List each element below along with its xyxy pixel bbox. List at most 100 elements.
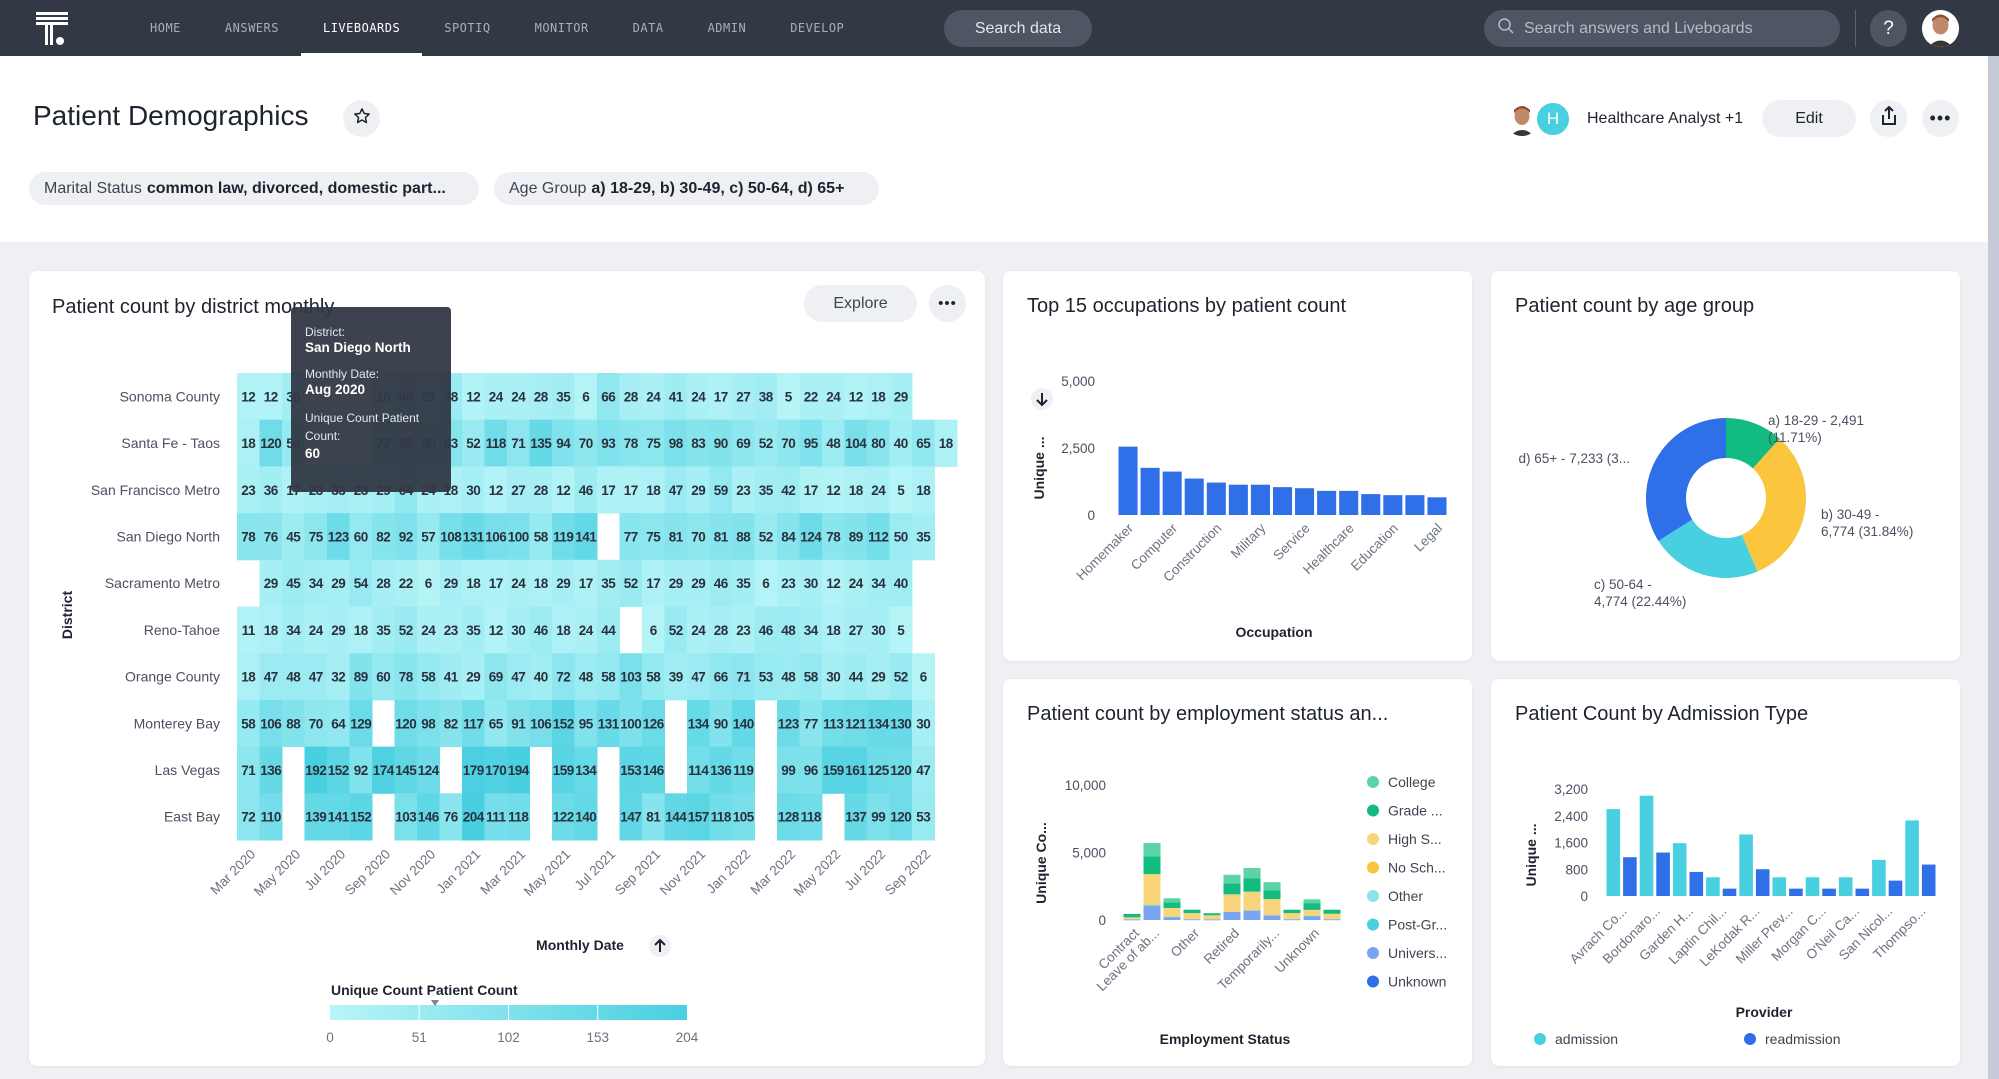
heatmap-cell-label: 152 [350, 810, 371, 825]
heatmap-x-tick-label: Nov 2021 [657, 847, 708, 898]
heatmap-x-tick-label: May 2020 [251, 847, 304, 900]
heatmap-cell-label: 84 [781, 529, 796, 544]
heatmap-cell-label: 147 [620, 810, 641, 825]
heatmap-cell-label: 29 [691, 576, 705, 591]
tooltip-count-label: Unique Count Patient Count: [305, 411, 420, 443]
legend-tick-label: 153 [586, 1030, 609, 1045]
heatmap-cell-label: 47 [916, 763, 930, 778]
employment-card: Patient count by employment status an... [1003, 679, 1472, 1066]
heatmap-cell-label: 98 [421, 716, 436, 731]
heatmap-cell-label: 23 [736, 483, 751, 498]
heatmap-cell-label: 12 [826, 576, 840, 591]
heatmap-cell-label: 71 [511, 436, 526, 451]
heatmap-cell-label: 29 [894, 389, 908, 404]
heatmap-cell-label: 22 [399, 576, 413, 591]
heatmap-cell-label: 120 [890, 810, 911, 825]
heatmap-cell-label: 104 [845, 436, 867, 451]
heatmap-cell-label: 46 [534, 623, 549, 638]
heatmap-cell-label: 52 [669, 623, 683, 638]
heatmap-row-label: Orange County [125, 669, 220, 685]
heatmap-cell-label: 17 [579, 576, 593, 591]
heatmap-cell-label: 18 [241, 436, 256, 451]
heatmap-cell-label: 47 [511, 670, 525, 685]
heatmap-cell-label: 23 [241, 483, 256, 498]
heatmap-cell-label: 5 [785, 389, 793, 404]
heatmap-cell-label: 12 [556, 483, 570, 498]
heatmap-cell-label: 78 [241, 529, 256, 544]
heatmap-cell-label: 41 [669, 389, 684, 404]
heatmap-cell-label: 29 [871, 670, 885, 685]
heatmap-cell-label: 170 [485, 763, 506, 778]
heatmap-cell-label: 52 [399, 623, 413, 638]
heatmap-cell-label: 18 [916, 483, 931, 498]
heatmap-cell-label: 28 [376, 576, 391, 591]
heatmap-cell-label: 99 [871, 810, 885, 825]
legend-title: Unique Count Patient Count [331, 982, 518, 998]
heatmap-cell-label: 92 [399, 529, 413, 544]
heatmap-cell-label: 81 [646, 810, 661, 825]
heatmap-cell-label: 5 [897, 483, 905, 498]
heatmap-cell-label: 17 [804, 483, 818, 498]
heatmap-cell-label: 123 [328, 529, 350, 544]
heatmap-x-tick-label: Sep 2020 [342, 847, 393, 898]
heatmap-cell-label: 71 [736, 670, 751, 685]
heatmap-cell-label: 23 [444, 623, 459, 638]
heatmap-cell-label: 32 [331, 670, 345, 685]
heatmap-cell-label: 58 [421, 670, 436, 685]
heatmap-cell-label: 100 [508, 529, 529, 544]
heatmap-cell-label: 70 [691, 529, 705, 544]
heatmap-cell-label: 159 [823, 763, 844, 778]
heatmap-cell-label: 18 [534, 576, 549, 591]
heatmap-cell-label: 141 [575, 529, 597, 544]
heatmap-cell-label: 139 [305, 810, 326, 825]
heatmap-cell-label: 24 [826, 389, 841, 404]
heatmap-cell-label: 18 [264, 623, 279, 638]
heatmap-cell-label: 103 [620, 670, 642, 685]
heatmap-cell-label: 24 [646, 389, 661, 404]
heatmap-cell-label: 27 [736, 389, 750, 404]
heatmap-cell-label: 66 [601, 389, 616, 404]
heatmap-cell-label: 29 [444, 576, 458, 591]
heatmap-cell-label: 152 [553, 716, 574, 731]
heatmap-cell-label: 157 [688, 810, 709, 825]
heatmap-x-tick-label: Jan 2022 [703, 847, 753, 897]
heatmap-cell-label: 17 [624, 483, 638, 498]
heatmap-cell-label: 27 [511, 483, 525, 498]
heatmap-cell-label: 35 [601, 576, 616, 591]
heatmap-cell-label: 38 [759, 389, 774, 404]
tooltip-district-label: District: [305, 325, 345, 339]
heatmap-cell-label: 6 [582, 389, 590, 404]
heatmap-cell-label: 28 [534, 389, 549, 404]
heatmap-cell-label: 48 [781, 623, 796, 638]
heatmap-cell-label: 24 [691, 623, 706, 638]
heatmap-cell-label: 65 [916, 436, 931, 451]
heatmap-cell-label: 17 [714, 389, 728, 404]
heatmap-cell-label: 70 [781, 436, 795, 451]
heatmap-cell-label: 30 [871, 623, 885, 638]
heatmap-cell-label: 29 [556, 576, 570, 591]
heatmap-cell-label: 18 [871, 389, 886, 404]
heatmap-cell-label: 69 [489, 670, 503, 685]
heatmap-cell-label: 12 [489, 623, 503, 638]
heatmap-x-axis-label: Monthly Date [536, 937, 624, 953]
heatmap-cell-label: 52 [759, 436, 773, 451]
heatmap-cell-label: 145 [395, 763, 417, 778]
legend-tick-label: 102 [497, 1030, 520, 1045]
heatmap-cell-label: 136 [260, 763, 282, 778]
heatmap-cell-label: 29 [264, 576, 278, 591]
heatmap-cell-label: 18 [826, 623, 841, 638]
heatmap-cell-label: 95 [804, 436, 819, 451]
heatmap-cell-label: 11 [242, 623, 256, 638]
heatmap-cell-label: 29 [466, 670, 480, 685]
heatmap-cell-label: 106 [530, 716, 552, 731]
heatmap-cell-label: 45 [286, 576, 301, 591]
heatmap-cell-label: 134 [575, 763, 597, 778]
heatmap-cell-label: 17 [601, 483, 615, 498]
heatmap-cell-label: 118 [711, 810, 732, 825]
heatmap-cell-label: 18 [849, 483, 864, 498]
heatmap-cell-label: 134 [688, 716, 710, 731]
legend-tick-label: 204 [676, 1030, 699, 1045]
heatmap-cell-label: 35 [556, 389, 571, 404]
heatmap-cell-label: 50 [894, 529, 908, 544]
tooltip-count-value: 60 [305, 446, 321, 461]
